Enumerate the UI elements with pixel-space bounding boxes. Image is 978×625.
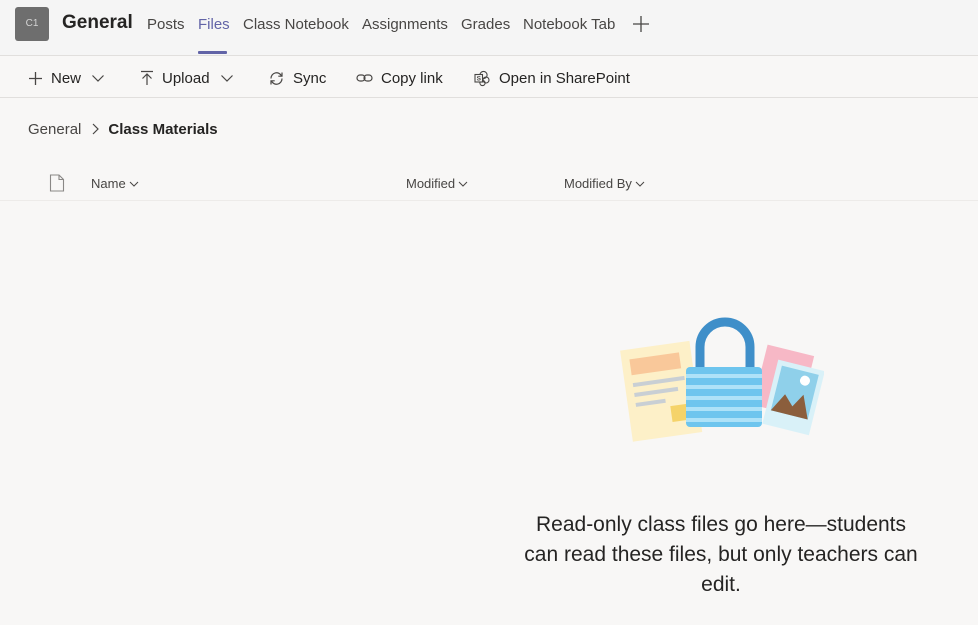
link-icon bbox=[356, 74, 373, 82]
team-avatar[interactable]: C1 bbox=[15, 7, 49, 41]
add-tab-button[interactable] bbox=[632, 15, 650, 33]
column-name-label: Name bbox=[91, 176, 126, 191]
chevron-down-icon bbox=[458, 181, 468, 187]
tab-notebook-tab[interactable]: Notebook Tab bbox=[523, 16, 615, 33]
chevron-down-icon bbox=[129, 181, 139, 187]
column-modified[interactable]: Modified bbox=[406, 176, 468, 191]
column-name[interactable]: Name bbox=[91, 176, 139, 191]
file-list-header: Name Modified Modified By bbox=[0, 166, 978, 201]
column-modified-label: Modified bbox=[406, 176, 456, 191]
chevron-right-icon bbox=[91, 122, 100, 136]
upload-button[interactable]: Upload bbox=[140, 67, 234, 89]
upload-icon bbox=[141, 70, 153, 85]
tab-files[interactable]: Files bbox=[198, 16, 230, 33]
channel-title: General bbox=[62, 12, 133, 33]
chevron-down-icon bbox=[635, 181, 645, 187]
open-in-sharepoint-label: Open in SharePoint bbox=[499, 69, 630, 87]
empty-state-message: Read-only class files go here—students c… bbox=[524, 513, 918, 596]
breadcrumb: General Class Materials bbox=[28, 119, 218, 139]
active-tab-indicator bbox=[198, 51, 227, 54]
command-bar: New Upload Sync Copy link S Open in Shar… bbox=[0, 57, 978, 98]
breadcrumb-root[interactable]: General bbox=[28, 121, 81, 138]
sync-button[interactable]: Sync bbox=[268, 67, 326, 89]
plus-icon bbox=[29, 71, 42, 85]
breadcrumb-current: Class Materials bbox=[108, 120, 218, 138]
tab-grades[interactable]: Grades bbox=[461, 16, 510, 33]
column-modified-by-label: Modified By bbox=[564, 176, 632, 191]
chevron-down-icon bbox=[92, 75, 104, 82]
upload-button-label: Upload bbox=[162, 69, 210, 87]
sync-button-label: Sync bbox=[293, 69, 327, 87]
open-in-sharepoint-button[interactable]: S Open in SharePoint bbox=[474, 67, 630, 89]
column-modified-by[interactable]: Modified By bbox=[564, 176, 645, 191]
copy-link-button[interactable]: Copy link bbox=[356, 67, 443, 89]
sharepoint-icon: S bbox=[474, 70, 490, 86]
sync-icon bbox=[270, 71, 283, 85]
tab-class-notebook[interactable]: Class Notebook bbox=[243, 16, 349, 33]
copy-link-button-label: Copy link bbox=[381, 69, 443, 87]
svg-text:S: S bbox=[477, 75, 482, 82]
tab-assignments[interactable]: Assignments bbox=[362, 16, 448, 33]
new-button[interactable]: New bbox=[28, 67, 105, 89]
new-button-label: New bbox=[51, 69, 82, 87]
file-type-icon[interactable] bbox=[49, 174, 65, 192]
chevron-down-icon bbox=[220, 75, 233, 82]
channel-header: C1 General Posts Files Class Notebook As… bbox=[0, 0, 978, 56]
plus-icon bbox=[633, 16, 649, 32]
tab-posts[interactable]: Posts bbox=[147, 16, 185, 33]
lock-with-documents-illustration bbox=[620, 317, 824, 442]
